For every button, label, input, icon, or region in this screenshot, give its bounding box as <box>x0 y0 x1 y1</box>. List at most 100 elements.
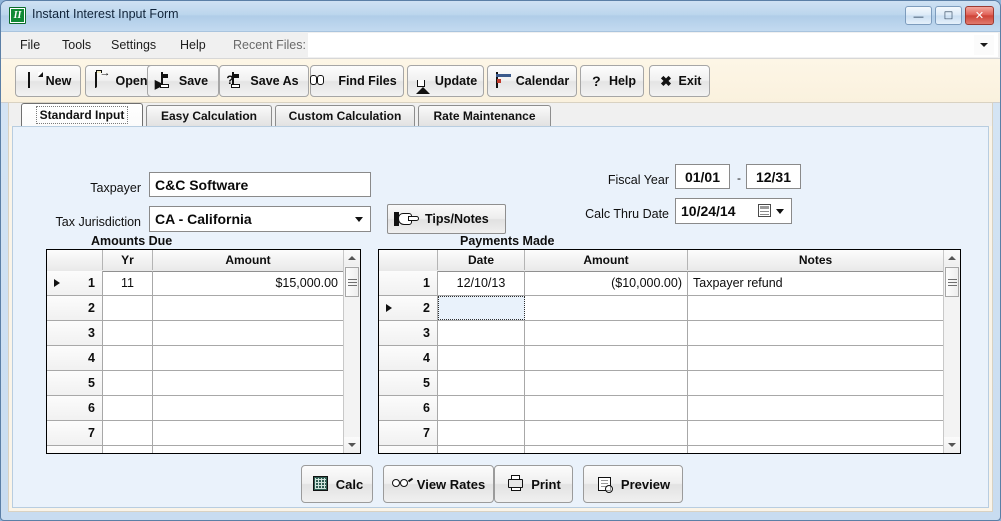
payments-made-grid[interactable]: Date Amount Notes 1 12/10/13 ($10,000.00) T… <box>378 249 961 454</box>
new-button[interactable]: New <box>15 65 81 97</box>
table-row[interactable]: 8 <box>47 446 360 453</box>
cell-yr[interactable] <box>103 321 153 345</box>
cell-date[interactable] <box>438 321 525 345</box>
cell-notes[interactable] <box>688 396 944 420</box>
table-row[interactable]: 3 <box>47 321 360 346</box>
row-header[interactable]: 7 <box>47 421 103 445</box>
cell-yr[interactable] <box>103 421 153 445</box>
scrollbar-thumb[interactable] <box>945 267 959 297</box>
table-row[interactable]: 2 <box>379 296 960 321</box>
payments-made-header-notes[interactable]: Notes <box>688 250 944 270</box>
row-header[interactable]: 3 <box>379 321 438 345</box>
cell-amount[interactable] <box>153 396 344 420</box>
table-row[interactable]: 3 <box>379 321 960 346</box>
recent-files-combo[interactable] <box>308 33 998 57</box>
table-row[interactable]: 5 <box>379 371 960 396</box>
cell-amount[interactable] <box>153 321 344 345</box>
cell-notes[interactable] <box>688 421 944 445</box>
row-header[interactable]: 4 <box>47 346 103 370</box>
payments-made-header-amount[interactable]: Amount <box>525 250 688 270</box>
cell-date[interactable] <box>438 446 525 453</box>
menu-file[interactable]: File <box>11 32 49 58</box>
row-header[interactable]: 3 <box>47 321 103 345</box>
calc-button[interactable]: Calc <box>301 465 373 503</box>
row-header[interactable]: 6 <box>379 396 438 420</box>
table-row[interactable]: 2 <box>47 296 360 321</box>
calc-thru-date-picker[interactable]: 10/24/14 <box>675 198 792 224</box>
chevron-down-icon[interactable] <box>974 35 994 55</box>
table-row[interactable]: 6 <box>379 396 960 421</box>
amounts-due-header-yr[interactable]: Yr <box>103 250 153 270</box>
minimize-button[interactable]: — <box>905 6 932 25</box>
cell-amount[interactable] <box>153 371 344 395</box>
amounts-due-header-amount[interactable]: Amount <box>153 250 344 270</box>
row-header[interactable]: 2 <box>379 296 438 320</box>
table-row[interactable]: 1 12/10/13 ($10,000.00) Taxpayer refund <box>379 271 960 296</box>
cell-date[interactable] <box>438 296 525 320</box>
cell-amount[interactable] <box>525 296 688 320</box>
cell-yr[interactable] <box>103 371 153 395</box>
tips-notes-button[interactable]: Tips/Notes <box>387 204 506 234</box>
cell-date[interactable] <box>438 346 525 370</box>
find-files-button[interactable]: Find Files <box>310 65 404 97</box>
cell-notes[interactable] <box>688 346 944 370</box>
row-header[interactable]: 1 <box>379 271 438 295</box>
row-header[interactable]: 5 <box>379 371 438 395</box>
cell-yr[interactable] <box>103 346 153 370</box>
table-row[interactable]: 4 <box>379 346 960 371</box>
save-as-button[interactable]: ? Save As <box>219 65 309 97</box>
cell-yr[interactable] <box>103 396 153 420</box>
close-button[interactable]: ✕ <box>965 6 994 25</box>
cell-yr[interactable] <box>103 446 153 453</box>
table-row[interactable]: 5 <box>47 371 360 396</box>
table-row[interactable]: 7 <box>47 421 360 446</box>
save-button[interactable]: ▶ Save <box>147 65 219 97</box>
tab-custom-calculation[interactable]: Custom Calculation <box>275 105 415 126</box>
row-header[interactable]: 7 <box>379 421 438 445</box>
cell-notes[interactable] <box>688 321 944 345</box>
cell-notes[interactable] <box>688 371 944 395</box>
table-row[interactable]: 6 <box>47 396 360 421</box>
scrollbar-thumb[interactable] <box>345 267 359 297</box>
view-rates-button[interactable]: View Rates <box>383 465 494 503</box>
cell-amount[interactable] <box>525 421 688 445</box>
tab-easy-calculation[interactable]: Easy Calculation <box>146 105 272 126</box>
cell-amount[interactable] <box>525 446 688 453</box>
maximize-button[interactable]: □ <box>935 6 962 25</box>
cell-notes[interactable] <box>688 296 944 320</box>
fiscal-year-end-input[interactable]: 12/31 <box>746 164 801 189</box>
cell-amount[interactable] <box>525 346 688 370</box>
cell-yr[interactable]: 11 <box>103 271 153 295</box>
cell-amount[interactable] <box>153 296 344 320</box>
cell-date[interactable] <box>438 371 525 395</box>
calendar-button[interactable]: Calendar <box>487 65 577 97</box>
payments-made-header-date[interactable]: Date <box>438 250 525 270</box>
cell-amount[interactable] <box>525 371 688 395</box>
cell-date[interactable]: 12/10/13 <box>438 271 525 295</box>
row-header[interactable]: 8 <box>379 446 438 453</box>
menu-settings[interactable]: Settings <box>102 32 165 58</box>
cell-amount[interactable] <box>153 421 344 445</box>
cell-yr[interactable] <box>103 296 153 320</box>
cell-amount[interactable]: ($10,000.00) <box>525 271 688 295</box>
help-button[interactable]: ? Help <box>580 65 644 97</box>
tab-standard-input[interactable]: Standard Input <box>21 103 143 126</box>
cell-amount[interactable] <box>153 446 344 453</box>
table-row[interactable]: 1 11 $15,000.00 <box>47 271 360 296</box>
tab-rate-maintenance[interactable]: Rate Maintenance <box>418 105 551 126</box>
cell-amount[interactable] <box>525 396 688 420</box>
tax-jurisdiction-select[interactable]: CA - California <box>149 206 371 232</box>
preview-button[interactable]: Preview <box>583 465 683 503</box>
scroll-up-icon[interactable] <box>344 250 360 266</box>
exit-button[interactable]: ✖ Exit <box>649 65 710 97</box>
cell-date[interactable] <box>438 421 525 445</box>
cell-amount[interactable] <box>153 346 344 370</box>
row-header[interactable]: 8 <box>47 446 103 453</box>
row-header[interactable]: 2 <box>47 296 103 320</box>
scroll-up-icon[interactable] <box>944 250 960 266</box>
fiscal-year-start-input[interactable]: 01/01 <box>675 164 730 189</box>
table-row[interactable]: 7 <box>379 421 960 446</box>
amounts-due-scrollbar[interactable] <box>343 250 360 453</box>
menu-tools[interactable]: Tools <box>53 32 100 58</box>
row-header[interactable]: 6 <box>47 396 103 420</box>
